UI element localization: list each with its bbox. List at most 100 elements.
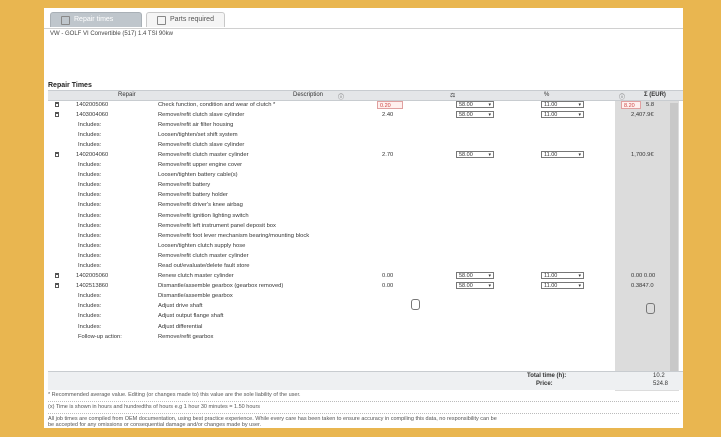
- table-row: Includes: Adjust drive shaft: [48, 302, 683, 312]
- repair-code: Includes:: [78, 131, 102, 138]
- col-sum: Σ (EUR): [644, 92, 666, 98]
- table-row: Includes: Remove/refit battery holder: [48, 191, 683, 201]
- discount-select[interactable]: 11.00: [541, 150, 584, 159]
- repair-description: Remove/refit left instrument panel depos…: [158, 222, 276, 229]
- repair-description: Dismantle/assemble gearbox (gearbox remo…: [158, 283, 284, 290]
- amount-value: 0.3847.0: [631, 283, 654, 290]
- repair-description: Dismantle/assemble gearbox: [158, 293, 233, 300]
- table-row: Includes: Loosen/tighten battery cable(s): [48, 171, 683, 181]
- time-value: 0.00: [382, 273, 394, 280]
- discount-select[interactable]: 11.00: [541, 282, 584, 290]
- delete-icon[interactable]: [55, 111, 59, 117]
- divider: [48, 413, 679, 414]
- repair-description: Remove/refit battery: [158, 182, 211, 189]
- repair-code: Includes:: [78, 162, 102, 169]
- rate-select[interactable]: 58.00: [456, 110, 494, 119]
- discount-select[interactable]: 11.00: [541, 100, 584, 109]
- clock-icon: [61, 15, 70, 25]
- note-time-format: (x) Time is shown in hours and hundredth…: [48, 404, 261, 410]
- repair-code: Includes:: [78, 121, 102, 128]
- amount-input[interactable]: 8.20: [621, 100, 641, 109]
- table-row: Includes: Adjust output flange shaft: [48, 312, 683, 322]
- repair-code: Includes:: [78, 232, 102, 239]
- repair-code: Includes:: [78, 303, 102, 310]
- table-row: Includes: Loosen/tighten/set shift system: [48, 130, 683, 140]
- tab-divider: [44, 28, 683, 29]
- table-row: 1402513860 Dismantle/assemble gearbox (ge…: [48, 282, 683, 292]
- table-row: Includes: Loosen/tighten clutch supply ho…: [48, 241, 683, 251]
- repair-times-panel: Repair times Parts required VW - GOLF VI…: [44, 8, 683, 428]
- repair-description: Remove/refit upper engine cover: [158, 162, 243, 169]
- price-label: Price:: [536, 381, 553, 387]
- rate-select[interactable]: 58.00: [456, 150, 494, 159]
- table-row: Includes: Remove/refit left instrument pa…: [48, 221, 683, 231]
- table-row: Follow-up action: Remove/refit gearbox: [48, 332, 683, 342]
- repair-code: Includes:: [78, 192, 102, 199]
- amount-value: 5.8: [646, 101, 655, 108]
- repair-description: Check function, condition and wear of cl…: [158, 101, 276, 108]
- table-row: 1402005060 Check function, condition and …: [48, 100, 683, 110]
- time-value: 2.70: [382, 151, 394, 158]
- tab-repair-times[interactable]: Repair times: [50, 12, 142, 27]
- total-time-value: 10.2: [653, 373, 665, 379]
- repair-description: Remove/refit clutch slave cylinder: [158, 141, 245, 148]
- vehicle-label: VW - GOLF VI Convertible (517) 1.4 TSI 9…: [50, 31, 173, 37]
- delete-icon[interactable]: [55, 273, 59, 279]
- vertical-scrollbar[interactable]: [670, 103, 678, 383]
- repair-description: Remove/refit air filter housing: [158, 121, 234, 128]
- repair-description: Loosen/tighten clutch supply hose: [158, 242, 246, 249]
- discount-select[interactable]: 11.00: [541, 110, 584, 119]
- repair-code: 1402513860: [76, 283, 109, 290]
- repair-code: Includes:: [78, 202, 102, 209]
- divider: [48, 401, 679, 402]
- repair-code: Includes:: [78, 212, 102, 219]
- amount-value: 2,407.9€: [631, 111, 654, 118]
- table-row: Includes: Remove/refit air filter housing: [48, 120, 683, 130]
- repair-code: 1403004060: [76, 111, 109, 118]
- table-row: 1402004060 Remove/refit clutch master cyl…: [48, 150, 683, 160]
- table-row: Includes: Remove/refit clutch master cyli…: [48, 251, 683, 261]
- rate-select[interactable]: 58.00: [456, 272, 494, 280]
- repair-code: Includes:: [78, 141, 102, 148]
- repair-code: Includes:: [78, 252, 102, 259]
- note-recommended: * Recommended average value. Editing (or…: [48, 392, 301, 398]
- repair-code: Includes:: [78, 222, 102, 229]
- table-row: Includes: Remove/refit upper engine cover: [48, 161, 683, 171]
- repair-description: Adjust differential: [158, 323, 203, 330]
- repair-description: Adjust output flange shaft: [158, 313, 224, 320]
- delete-icon[interactable]: [55, 101, 59, 107]
- repair-description: Remove/refit battery holder: [158, 192, 228, 199]
- repair-code: 1402004060: [76, 151, 109, 158]
- repair-code: Includes:: [78, 313, 102, 320]
- tab-bar: Repair times Parts required: [50, 12, 225, 28]
- repair-code: 1402005060: [76, 101, 109, 108]
- rate-icon[interactable]: ⚖: [450, 92, 455, 99]
- table-row: Includes: Remove/refit battery: [48, 181, 683, 191]
- repair-description: Read out/evaluate/delete fault store: [158, 263, 250, 269]
- repair-description: Loosen/tighten/set shift system: [158, 131, 238, 138]
- repair-code: Includes:: [78, 182, 102, 189]
- table-row: Includes: Remove/refit clutch slave cylin…: [48, 140, 683, 150]
- tab-parts-required[interactable]: Parts required: [146, 12, 225, 27]
- time-value: 2.40: [382, 111, 394, 118]
- amount-value: 0.00 0.00: [631, 273, 656, 280]
- discount-select[interactable]: 11.00: [541, 272, 584, 280]
- note-disclaimer-2: be accepted for any omissions or consequ…: [48, 422, 262, 428]
- repair-description: Renew clutch master cylinder: [158, 273, 234, 280]
- time-input[interactable]: 0.20: [377, 100, 403, 109]
- repair-description: Remove/refit foot lever mechanism bearin…: [158, 232, 310, 239]
- price-value: 524.8: [653, 381, 669, 387]
- rate-select[interactable]: 58.00: [456, 100, 494, 109]
- rate-select[interactable]: 58.00: [456, 282, 494, 290]
- table-row: Includes: Remove/refit ignition lighting …: [48, 211, 683, 221]
- mouse-cursor-icon: [646, 303, 655, 314]
- section-title: Repair Times: [48, 82, 92, 89]
- amount-value: 1,700.9€: [631, 151, 654, 158]
- mouse-cursor-icon: [411, 299, 420, 310]
- repair-description: Remove/refit clutch slave cylinder: [158, 111, 245, 118]
- delete-icon[interactable]: [55, 283, 59, 289]
- table-row: Includes: Read out/evaluate/delete fault …: [48, 262, 683, 272]
- delete-icon[interactable]: [55, 151, 59, 157]
- repair-code: Includes:: [78, 293, 102, 300]
- percent-icon[interactable]: %: [544, 92, 549, 98]
